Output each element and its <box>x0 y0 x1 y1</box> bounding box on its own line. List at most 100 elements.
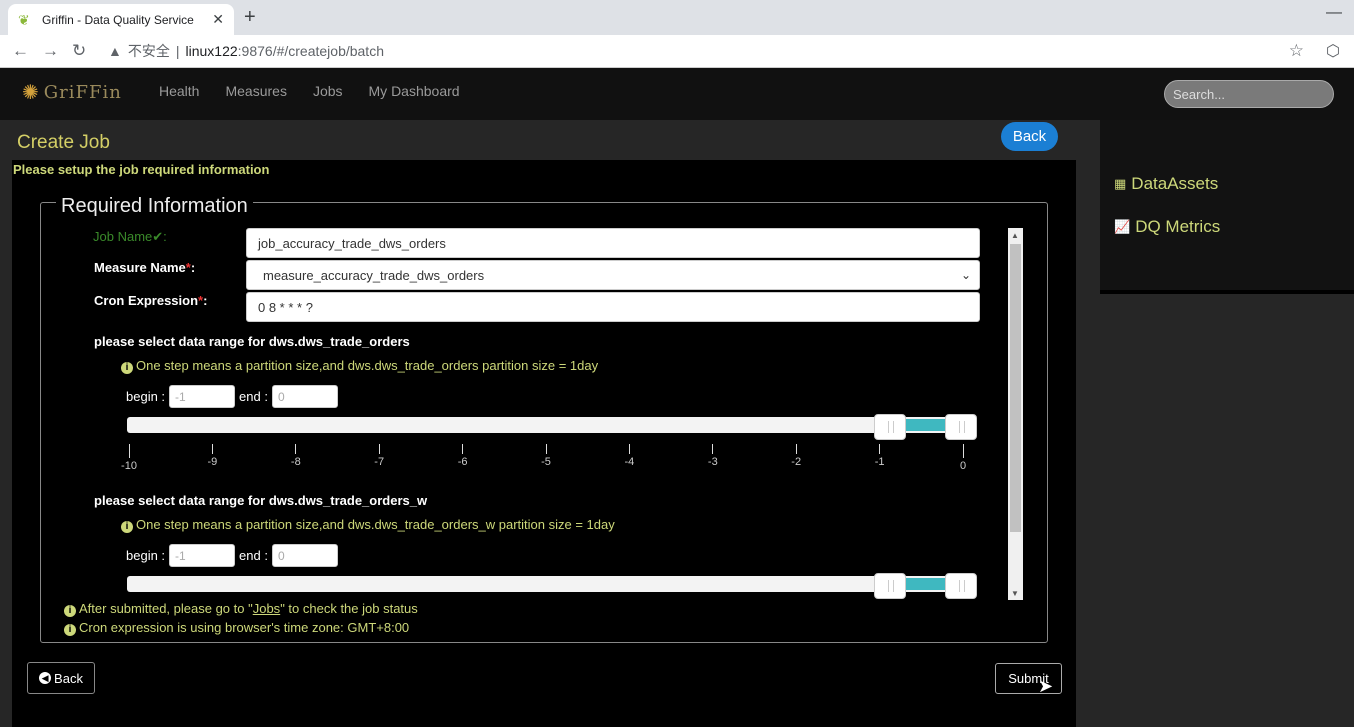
nav-link-jobs[interactable]: Jobs <box>313 83 343 99</box>
sidebar-top <box>1100 120 1354 290</box>
range-info-text-1: One step means a partition size,and dws.… <box>136 358 599 373</box>
arrow-left-circle-icon: ◀ <box>39 672 52 684</box>
tick-label: -6 <box>457 456 468 468</box>
logo-text: GriFFin <box>43 81 122 103</box>
measure-name-label-text: Measure Name <box>94 260 186 275</box>
scroll-down-icon[interactable]: ▼ <box>1011 589 1019 598</box>
job-name-input[interactable]: job_accuracy_trade_dws_orders <box>246 228 980 258</box>
info-icon: i <box>121 521 133 533</box>
slider-tick: -2 <box>786 444 806 468</box>
app-navbar: ✺ GriFFin Health Measures Jobs My Dashbo… <box>0 68 1354 120</box>
range-title-1: please select data range for dws.dws_tra… <box>94 334 410 349</box>
form-scrollbar[interactable]: ▲ ▼ <box>1008 228 1023 600</box>
begin-input-2[interactable]: -1 <box>169 544 236 567</box>
cron-expression-input[interactable]: 0 8 * * * ? <box>246 292 980 322</box>
search-input[interactable] <box>1164 80 1334 108</box>
main-panel: Create Job Back Please setup the job req… <box>0 120 1100 727</box>
nav-link-measures[interactable]: Measures <box>225 83 286 99</box>
url-text: linux122:9876/#/createjob/batch <box>186 43 385 59</box>
table-icon: ▦ <box>1114 176 1127 191</box>
nav-link-my-dashboard[interactable]: My Dashboard <box>369 83 460 99</box>
range-info-1: i One step means a partition size,and dws… <box>121 358 598 374</box>
forward-arrow-icon[interactable]: → <box>42 41 59 61</box>
griffin-logo[interactable]: ✺ GriFFin <box>22 80 122 104</box>
chevron-down-icon: ⌄ <box>960 268 971 282</box>
measure-name-selected: measure_accuracy_trade_dws_orders <box>263 267 485 283</box>
back-button-top[interactable]: Back <box>1001 122 1058 151</box>
browser-tab-strip: ❦ Griffin - Data Quality Service ✕ + — <box>0 0 1354 35</box>
url-path: :9876/#/createjob/batch <box>237 43 384 59</box>
tick-line <box>295 444 297 454</box>
slider-end-handle[interactable] <box>945 573 977 599</box>
slider-ticks-1: -10 -9 -8 -7 -6 -5 -4 -3 -2 -1 0 <box>119 444 982 474</box>
create-job-form: Please setup the job required informatio… <box>12 160 1076 727</box>
close-tab-icon[interactable]: ✕ <box>212 11 224 28</box>
begin-label: begin : <box>126 548 166 563</box>
tick-label: 0 <box>959 460 967 472</box>
slider-tick: -4 <box>619 444 639 468</box>
scrollbar-thumb[interactable] <box>1010 244 1021 532</box>
cron-label-text: Cron Expression <box>94 293 199 308</box>
tick-label: -1 <box>874 456 885 468</box>
extension-icon[interactable]: ⬡ <box>1326 41 1340 61</box>
slider-track <box>127 576 977 592</box>
slider-tick: -9 <box>202 444 222 468</box>
note-post: " to check the job status <box>280 601 418 616</box>
slider-tick: -6 <box>453 444 473 468</box>
slider-tick: -8 <box>286 444 306 468</box>
required-asterisk: * <box>185 260 191 275</box>
range-slider-1[interactable] <box>127 414 977 440</box>
tick-label: -3 <box>707 456 718 468</box>
tick-line <box>128 444 130 458</box>
check-icon: ✔ <box>152 229 164 244</box>
required-information-legend: Required Information <box>56 195 253 218</box>
url-field[interactable]: ▲ 不安全 | linux122:9876/#/createjob/batch <box>108 41 384 61</box>
tick-label: -4 <box>624 456 635 468</box>
range-slider-2[interactable] <box>127 573 977 599</box>
tick-label: -2 <box>791 456 802 468</box>
tick-line <box>378 444 380 454</box>
tick-label: -7 <box>374 456 385 468</box>
url-host: linux122 <box>185 43 238 59</box>
scroll-up-icon[interactable]: ▲ <box>1011 231 1019 240</box>
end-input-1[interactable]: 0 <box>271 385 338 408</box>
tick-line <box>462 444 464 454</box>
minimize-icon[interactable]: — <box>1326 4 1342 22</box>
tick-label: -5 <box>541 456 551 468</box>
slider-begin-handle[interactable] <box>874 573 906 599</box>
tick-label: -10 <box>121 460 137 472</box>
sidebar-divider <box>1100 290 1354 294</box>
right-sidebar: ▦ DataAssets 📈 DQ Metrics <box>1100 120 1354 727</box>
job-name-label-text: Job Name <box>93 229 153 244</box>
begin-end-row-2: begin : -1 end : 0 <box>126 544 338 567</box>
back-arrow-icon[interactable]: ← <box>12 41 29 61</box>
page-title: Create Job <box>17 132 110 153</box>
end-input-2[interactable]: 0 <box>271 544 338 567</box>
reload-icon[interactable]: ↻ <box>72 41 86 61</box>
sidebar-item-dq-metrics[interactable]: 📈 DQ Metrics <box>1114 217 1220 237</box>
measure-name-select[interactable]: measure_accuracy_trade_dws_orders ⌄ <box>246 260 980 290</box>
sidebar-item-dataassets[interactable]: ▦ DataAssets <box>1114 174 1218 194</box>
begin-label: begin : <box>126 389 166 404</box>
range-info-text-2: One step means a partition size,and dws.… <box>136 517 615 532</box>
jobs-link[interactable]: Jobs <box>253 601 280 616</box>
new-tab-icon[interactable]: + <box>244 6 256 29</box>
slider-tick: -1 <box>870 444 890 468</box>
back-button-bottom[interactable]: ◀ Back <box>27 662 95 694</box>
tab-title: Griffin - Data Quality Service <box>42 12 194 27</box>
slider-begin-handle[interactable] <box>874 414 906 440</box>
griffin-logo-icon: ✺ <box>22 80 40 104</box>
line-chart-icon: 📈 <box>1114 219 1131 234</box>
bookmark-star-icon[interactable]: ☆ <box>1289 41 1304 61</box>
end-label: end : <box>239 389 268 404</box>
nav-link-health[interactable]: Health <box>159 83 199 99</box>
timezone-text: Cron expression is using browser's time … <box>79 620 410 635</box>
required-asterisk: * <box>198 293 204 308</box>
info-icon: i <box>121 362 133 374</box>
browser-tab[interactable]: ❦ Griffin - Data Quality Service ✕ <box>8 4 234 35</box>
slider-tick: -10 <box>119 444 139 472</box>
slider-tick: -3 <box>703 444 723 468</box>
slider-end-handle[interactable] <box>945 414 977 440</box>
begin-input-1[interactable]: -1 <box>169 385 236 408</box>
mouse-cursor-icon: ➤ <box>1038 676 1054 696</box>
